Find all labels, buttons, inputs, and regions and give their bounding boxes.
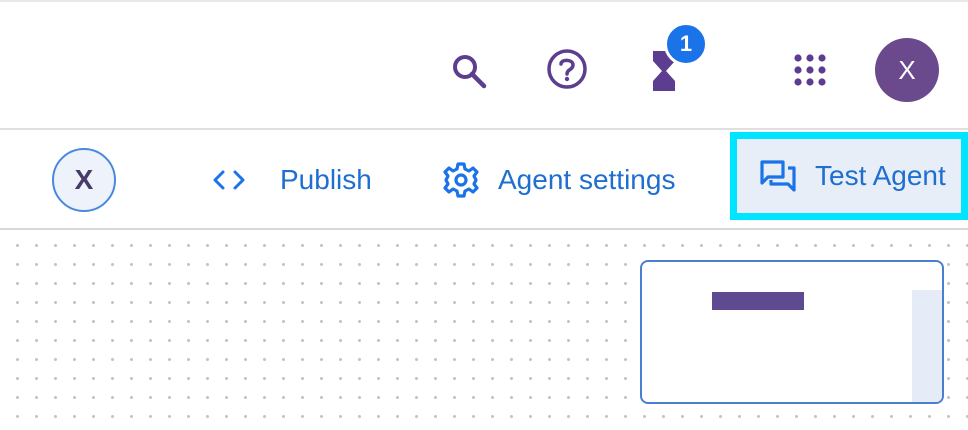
publish-button[interactable]: Publish [212,160,372,200]
help-icon[interactable] [544,46,590,92]
gear-icon [442,161,480,199]
notification-badge: 1 [664,22,708,66]
agent-settings-label: Agent settings [498,164,676,195]
user-avatar-initial: X [898,54,916,85]
apps-grid-icon[interactable] [790,50,830,90]
agent-avatar-initial: X [74,164,94,195]
agent-avatar[interactable]: X [52,148,116,212]
search-icon[interactable] [448,50,490,92]
agent-toolbar: X Publish Agent settings Test Agent [0,130,968,230]
top-app-bar: 1 X [0,0,968,130]
chat-bubbles-icon [759,159,797,193]
test-agent-button[interactable]: Test Agent [730,132,968,220]
flow-node-card[interactable] [640,260,944,404]
publish-label: Publish [280,164,372,195]
agent-settings-button[interactable]: Agent settings [442,160,675,200]
user-avatar[interactable]: X [875,38,939,102]
redacted-node-title [712,292,804,310]
flow-canvas[interactable] [0,230,968,430]
test-agent-label: Test Agent [815,160,946,191]
code-icon [212,168,246,192]
node-side-panel [912,290,942,402]
